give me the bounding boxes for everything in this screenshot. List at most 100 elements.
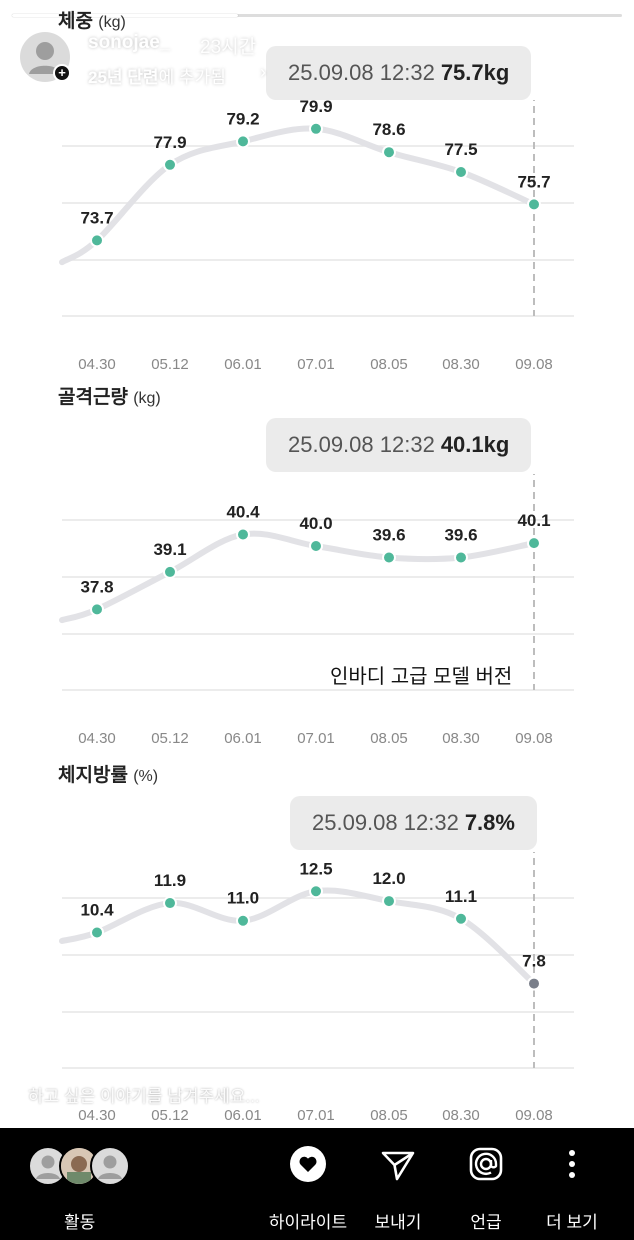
x-tick-label: 08.30 [442,730,480,747]
data-point[interactable] [236,527,250,542]
data-label: 11.1 [445,887,477,906]
x-tick-label: 07.01 [297,356,335,373]
section-unit: (kg) [98,14,126,31]
data-point[interactable] [90,602,104,617]
data-label: 77.9 [153,133,186,152]
line-chart-svg: 73.7 77.9 79.2 79.9 78.6 77.5 75.7 [59,100,574,317]
data-label: 79.9 [299,100,332,116]
data-label: 79.2 [226,109,259,128]
data-point[interactable] [382,145,396,160]
highlight-button[interactable]: 하이라이트 [258,1142,358,1232]
more-label: 더 보기 [546,1213,598,1232]
x-tick-label: 04.30 [78,1107,116,1124]
inbody-model-note: 인바디 고급 모델 버전 [330,666,513,688]
x-tick-label: 06.01 [224,1107,262,1124]
data-label: 7.8 [522,952,546,971]
data-point[interactable] [454,165,468,179]
data-label: 11.9 [154,871,186,890]
x-tick-label: 05.12 [151,1107,189,1124]
bodyfat-chart[interactable]: 10.4 11.9 11.0 12.5 12.0 11.1 7.8 [0,852,634,1077]
data-label: 39.6 [372,526,405,545]
data-label: 78.6 [372,120,405,139]
x-tick-label: 09.08 [515,356,553,373]
x-tick-label: 06.01 [224,730,262,747]
data-point[interactable] [236,913,250,928]
data-label: 40.0 [299,514,332,533]
data-point[interactable] [309,121,323,136]
data-label: 11.0 [227,889,259,908]
story-content[interactable]: 체중 (kg) 25.09.08 12:32 75.7kg 73.7 77.9 79.… [0,0,634,1128]
x-tick-label: 08.05 [370,1107,408,1124]
x-tick-label: 09.08 [515,1107,553,1124]
x-tick-label: 07.01 [297,1107,335,1124]
data-label: 75.7 [517,172,550,191]
bodyfat-x-axis: 04.30 05.12 06.01 07.01 08.05 08.30 09.08 [0,1107,634,1127]
activity-button[interactable]: 활동 [28,1142,158,1232]
activity-label: 활동 [64,1213,96,1232]
x-tick-label: 08.30 [442,1107,480,1124]
reply-placeholder[interactable]: 하고 싶은 이야기를 남겨주세요... [28,1082,260,1107]
x-tick-label: 04.30 [78,730,116,747]
data-point[interactable] [309,539,323,553]
weight-chart[interactable]: 73.7 77.9 79.2 79.9 78.6 77.5 75.7 [0,100,634,325]
highlight-name: 25년 단련 [88,68,159,87]
data-label: 73.7 [80,208,113,227]
mention-button[interactable]: 언급 [436,1142,536,1232]
data-point[interactable] [163,157,177,172]
muscle-x-axis: 04.30 05.12 06.01 07.01 08.05 08.30 09.08 [0,730,634,750]
section-title-weight: 체중 (kg) [58,6,126,33]
data-label: 37.8 [80,577,113,596]
tooltip-value: 40.1kg [440,432,510,457]
data-label: 40.4 [226,502,260,521]
story-time-ago: 23시간 [200,37,257,58]
at-icon [469,1147,503,1181]
highlight-label: 하이라이트 [268,1213,348,1232]
viewer-avatar-icon [90,1146,130,1186]
muscle-chart[interactable]: 37.8 39.1 40.4 40.0 39.6 39.6 40.1 [0,474,634,699]
tooltip-time: 25.09.08 12:32 [312,810,459,835]
x-tick-label: 08.05 [370,356,408,373]
data-point[interactable] [382,894,396,909]
line-chart-svg: 10.4 11.9 11.0 12.5 12.0 11.1 7.8 [59,852,574,1069]
section-title-text: 체중 [58,11,93,32]
story-username[interactable]: sonojae_ [88,32,170,54]
data-point[interactable] [90,925,104,940]
more-button[interactable]: 더 보기 [522,1142,622,1232]
chart-tooltip-bodyfat: 25.09.08 12:32 7.8% [290,796,537,850]
data-point[interactable] [382,550,396,565]
section-title-text: 골격근량 [58,387,128,408]
x-tick-label: 07.01 [297,730,335,747]
data-point[interactable] [527,536,541,551]
data-point[interactable] [163,564,177,579]
data-point[interactable] [236,134,250,149]
section-title-muscle: 골격근량 (kg) [58,382,161,409]
more-vertical-icon [569,1150,575,1178]
data-point[interactable] [163,896,177,911]
x-tick-label: 08.30 [442,356,480,373]
data-label: 39.1 [153,540,186,559]
data-label: 12.0 [372,869,405,888]
data-point[interactable] [527,197,541,212]
line-chart-svg: 37.8 39.1 40.4 40.0 39.6 39.6 40.1 [59,474,574,691]
x-tick-label: 04.30 [78,356,116,373]
x-tick-label: 09.08 [515,730,553,747]
data-point[interactable] [454,911,468,926]
add-story-icon[interactable]: + [53,64,71,82]
story-header: + sonojae_ 23시간 25년 단련에 추가됨 › [20,30,620,90]
section-unit: (kg) [133,390,161,407]
data-label: 12.5 [299,859,332,878]
send-button[interactable]: 보내기 [348,1142,448,1232]
story-bottom-bar: 활동 하이라이트 보내기 언급 더 보기 [0,1128,634,1240]
data-point[interactable] [527,976,541,991]
highlight-added-link[interactable]: 25년 단련에 추가됨 [88,63,226,88]
highlight-suffix: 에 추가됨 [158,68,226,87]
data-label: 77.5 [444,140,477,159]
data-point[interactable] [90,233,104,248]
data-point[interactable] [309,884,323,899]
chart-tooltip-muscle: 25.09.08 12:32 40.1kg [266,418,532,472]
data-label: 39.6 [444,526,477,545]
data-point[interactable] [454,550,468,565]
send-label: 보내기 [374,1213,422,1232]
tooltip-time: 25.09.08 12:32 [288,432,435,457]
section-title-bodyfat: 체지방률 (%) [58,760,158,787]
